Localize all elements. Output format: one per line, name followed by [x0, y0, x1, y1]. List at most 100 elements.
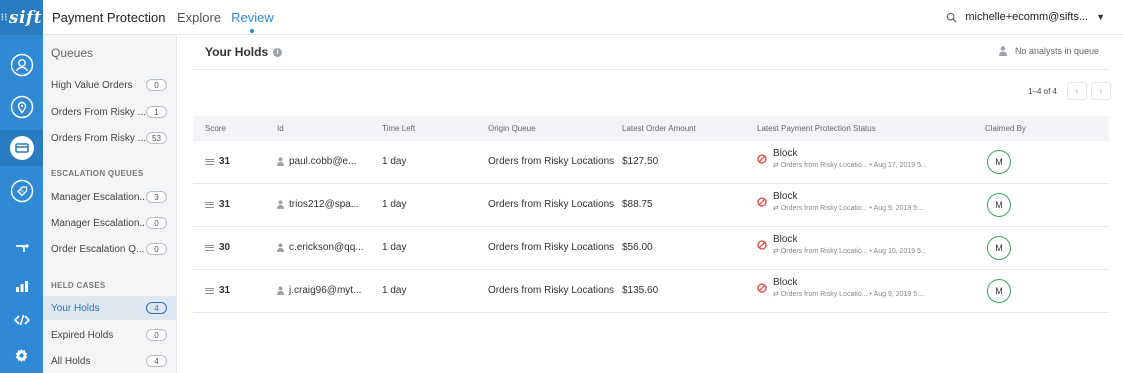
queue-item-orders-from-risky-1[interactable]: Orders From Risky ... 1 [43, 100, 177, 124]
column-header-score[interactable]: Score [205, 124, 226, 133]
avatar[interactable]: M [987, 279, 1011, 303]
queue-label: Orders From Risky ... [51, 106, 146, 118]
block-icon [757, 197, 767, 207]
info-icon[interactable]: i [273, 47, 283, 57]
status-label: Block [773, 234, 798, 245]
queue-item-orders-from-risky-2[interactable]: Orders From Risky ... 53 [43, 126, 177, 150]
queue-item-high-value-orders[interactable]: High Value Orders 0 [43, 73, 177, 97]
queue-item-all-holds[interactable]: All Holds 4 [43, 349, 177, 373]
status-date: • Aug 17, 2019 5... [869, 162, 927, 169]
queue-item-your-holds[interactable]: Your Holds 4 [43, 296, 177, 320]
queue-label: High Value Orders [51, 79, 133, 91]
previous-page-button[interactable]: ‹ [1067, 82, 1087, 100]
code-icon[interactable] [0, 308, 43, 332]
nav-explore[interactable]: Explore [177, 10, 221, 25]
person-icon [277, 157, 284, 166]
status-queue: Orders from Risky Locatio... [780, 162, 868, 169]
queue-label: Orders From Risky ... [51, 132, 146, 144]
id-cell[interactable]: j.craig96@myt... [277, 285, 361, 296]
amount-cell: $88.75 [622, 199, 653, 210]
column-header-time-left[interactable]: Time Left [382, 124, 415, 133]
credit-card-icon[interactable] [0, 130, 43, 166]
score-value: 31 [219, 156, 231, 167]
status-cell: Block ⇄ Orders from Risky Locatio... • A… [757, 234, 927, 255]
promo-tag-icon[interactable]: % [0, 174, 43, 208]
origin-queue-cell: Orders from Risky Locations [488, 285, 615, 296]
queue-count: 4 [146, 355, 167, 367]
queue-count: 0 [146, 217, 167, 229]
time-left-cell: 1 day [382, 199, 407, 210]
person-icon [277, 286, 284, 295]
queue-label: Expired Holds [51, 329, 114, 341]
queue-count: 0 [146, 329, 167, 341]
page-title-text: Your Holds [205, 45, 269, 59]
queue-sidebar: Queues High Value Orders 0 Orders From R… [43, 35, 177, 373]
avatar[interactable]: M [987, 193, 1011, 217]
amount-cell: $56.00 [622, 242, 653, 253]
queue-count: 1 [146, 106, 167, 118]
settings-gear-icon[interactable] [0, 344, 43, 366]
user-menu[interactable]: michelle+ecomm@sifts... ▼ [946, 11, 1105, 23]
id-cell[interactable]: trios212@spa... [277, 199, 359, 210]
column-header-payment-protection-status[interactable]: Latest Payment Protection Status [757, 124, 876, 133]
table-row[interactable]: 31 j.craig96@myt... 1 day Orders from Ri… [193, 270, 1109, 313]
user-id[interactable]: paul.cobb@e... [289, 156, 356, 167]
table-row[interactable]: 31 paul.cobb@e... 1 day Orders from Risk… [193, 141, 1109, 184]
time-left-cell: 1 day [382, 285, 407, 296]
escalation-section-title: ESCALATION QUEUES [51, 169, 144, 178]
nav-review[interactable]: Review [231, 10, 274, 33]
column-header-id[interactable]: Id [277, 124, 284, 133]
status-date: • Aug 9, 2019 5:... [869, 205, 925, 212]
top-nav: Explore Review [177, 10, 274, 33]
workflow-small-icon: ⇄ [773, 248, 779, 255]
id-cell[interactable]: c.erickson@qq... [277, 242, 364, 253]
next-page-button[interactable]: › [1091, 82, 1111, 100]
search-icon[interactable] [946, 12, 957, 23]
time-left-cell: 1 day [382, 156, 407, 167]
table-row[interactable]: 31 trios212@spa... 1 day Orders from Ris… [193, 184, 1109, 227]
queue-count: 0 [146, 243, 167, 255]
origin-queue-cell: Orders from Risky Locations [488, 242, 615, 253]
status-date: • Aug 10, 2019 5... [869, 248, 927, 255]
table-row[interactable]: 30 c.erickson@qq... 1 day Orders from Ri… [193, 227, 1109, 270]
person-icon [998, 46, 1007, 56]
app-title: Payment Protection [52, 10, 166, 25]
queue-item-order-escalation[interactable]: Order Escalation Q... 0 [43, 237, 177, 261]
score-lines-icon [205, 244, 214, 251]
queue-count: 0 [146, 79, 167, 91]
user-id[interactable]: j.craig96@myt... [289, 285, 361, 296]
avatar[interactable]: M [987, 150, 1011, 174]
column-header-origin-queue[interactable]: Origin Queue [488, 124, 536, 133]
column-header-latest-order-amount[interactable]: Latest Order Amount [622, 124, 696, 133]
status-detail: ⇄ Orders from Risky Locatio... • Aug 17,… [773, 161, 927, 169]
id-cell[interactable]: paul.cobb@e... [277, 156, 356, 167]
top-bar: Payment Protection Explore Review michel… [43, 0, 1123, 35]
status-queue: Orders from Risky Locatio... [780, 291, 868, 298]
sift-logo[interactable]: ⁞⁞ sift [0, 0, 43, 35]
analysts-status: No analysts in queue [998, 46, 1099, 56]
avatar[interactable]: M [987, 236, 1011, 260]
status-cell: Block ⇄ Orders from Risky Locatio... • A… [757, 148, 927, 169]
user-id[interactable]: c.erickson@qq... [289, 242, 364, 253]
block-icon [757, 154, 767, 164]
workflow-small-icon: ⇄ [773, 291, 779, 298]
time-left-cell: 1 day [382, 242, 407, 253]
queue-item-manager-escalation-2[interactable]: Manager Escalation... 0 [43, 211, 177, 235]
user-id[interactable]: trios212@spa... [289, 199, 359, 210]
status-detail: ⇄ Orders from Risky Locatio... • Aug 10,… [773, 247, 927, 255]
workflow-icon[interactable] [0, 236, 43, 260]
column-header-claimed-by[interactable]: Claimed By [985, 124, 1026, 133]
queue-item-expired-holds[interactable]: Expired Holds 0 [43, 323, 177, 347]
queue-label: Your Holds [51, 302, 100, 314]
user-email[interactable]: michelle+ecomm@sifts... [965, 11, 1088, 23]
chevron-down-icon[interactable]: ▼ [1096, 12, 1105, 22]
queue-label: Manager Escalation... [51, 191, 146, 203]
status-label: Block [773, 148, 798, 159]
block-icon [757, 283, 767, 293]
user-circle-icon[interactable] [0, 48, 43, 82]
location-pin-icon[interactable] [0, 90, 43, 124]
queue-item-manager-escalation-1[interactable]: Manager Escalation... 3 [43, 185, 177, 209]
logo-text: sift [8, 7, 43, 28]
bar-chart-icon[interactable] [0, 274, 43, 298]
queue-label: All Holds [51, 355, 91, 367]
